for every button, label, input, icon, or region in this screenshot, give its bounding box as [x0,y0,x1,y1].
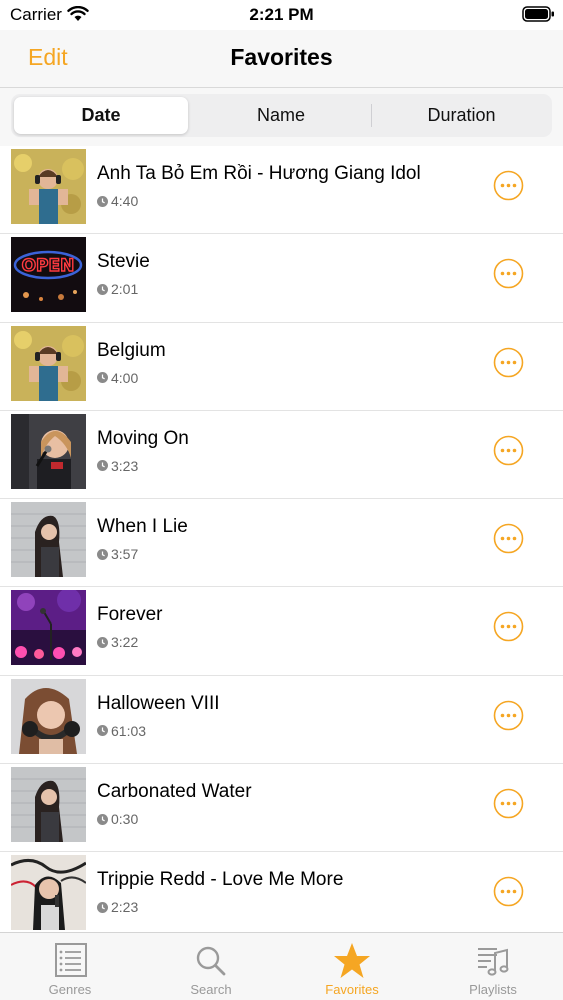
track-duration: 3:57 [97,546,138,562]
track-row[interactable]: Belgium 4:00 [0,323,563,411]
duration-text: 61:03 [111,722,147,739]
track-row[interactable]: When I Lie 3:57 [0,499,563,588]
album-art-thumbnail [11,325,86,401]
album-art-thumbnail [11,149,86,224]
music-list-icon [478,948,509,976]
duration-text: 2:01 [111,281,139,298]
duration-text: 3:22 [111,634,139,651]
more-options-icon[interactable] [493,700,524,731]
track-duration: 2:01 [97,281,138,297]
track-title: Stevie [97,251,150,273]
tab-search[interactable]: Search [141,933,281,1000]
tab-label: Favorites [325,982,379,997]
more-options-icon[interactable] [493,788,524,819]
segment-date[interactable]: Date [14,97,188,134]
album-art-thumbnail: OPEN [11,237,86,313]
track-duration: 2:23 [97,899,138,915]
track-duration: 3:23 [97,458,138,474]
more-options-icon[interactable] [493,523,524,554]
track-title: Halloween VIII [97,692,220,714]
track-title: Moving On [97,427,189,449]
duration-text: 3:23 [111,457,139,474]
track-title: When I Lie [97,516,188,538]
more-options-icon[interactable] [493,611,524,642]
track-row[interactable]: OPEN Stevie 2:01 [0,234,563,323]
clock-icon [97,548,108,560]
clock-icon [97,283,108,295]
more-options-icon[interactable] [493,347,524,378]
clock-icon [97,460,108,472]
tab-label: Genres [48,982,92,997]
navigation-bar: Edit Favorites [0,30,563,88]
track-row[interactable]: Halloween VIII 61:03 [0,676,563,765]
clock-icon [97,725,108,737]
track-title: Trippie Redd - Love Me More [97,869,344,891]
duration-text: 0:30 [111,811,139,828]
track-duration: 3:22 [97,634,138,650]
sort-control-area: Date Name Duration [0,88,563,146]
album-art-thumbnail [11,413,86,489]
album-art-thumbnail [11,855,86,931]
track-title: Anh Ta Bỏ Em Rồi - Hương Giang Idol [97,163,421,184]
duration-text: 4:00 [111,369,139,386]
track-row[interactable]: Forever 3:22 [0,587,563,676]
status-time: 2:21 PM [249,5,314,24]
clock-icon [97,636,108,648]
tab-genres[interactable]: Genres [0,933,140,1000]
track-row[interactable]: Moving On 3:23 [0,411,563,500]
tab-favorites[interactable]: Favorites [282,933,422,1000]
svg-text:OPEN: OPEN [22,256,75,276]
track-duration: 4:00 [97,370,138,386]
clock-icon [97,372,108,384]
list-icon [55,943,87,977]
album-art-thumbnail [11,502,86,578]
battery-icon [522,6,554,22]
track-title: Carbonated Water [97,781,252,803]
segment-duration[interactable]: Duration [371,94,552,137]
page-title: Favorites [230,44,333,70]
status-bar: Carrier 2:21 PM [0,0,563,30]
track-duration: 4:40 [97,193,138,209]
track-title: Forever [97,604,163,626]
more-options-icon[interactable] [493,876,524,907]
more-options-icon[interactable] [493,435,524,466]
track-duration: 0:30 [97,811,138,827]
tab-bar: Genres Search Favorites Playlists [0,932,563,1000]
duration-text: 2:23 [111,899,139,916]
track-row[interactable]: Trippie Redd - Love Me More 2:23 [0,852,563,941]
favorites-list: Anh Ta Bỏ Em Rồi - Hương Giang Idol 4:40 O… [0,146,563,941]
album-art-thumbnail [11,678,86,754]
album-art-thumbnail [11,767,86,843]
track-row[interactable]: Carbonated Water 0:30 [0,764,563,853]
track-duration: 61:03 [97,723,146,739]
track-row[interactable]: Anh Ta Bỏ Em Rồi - Hương Giang Idol 4:40 [0,146,563,235]
sort-segmented-control: Date Name Duration [11,94,552,137]
more-options-icon[interactable] [493,170,524,201]
magnifier-icon [196,946,226,976]
duration-text: 4:40 [111,193,139,209]
duration-text: 3:57 [111,546,139,563]
clock-icon [97,901,108,913]
clock-icon [97,813,108,825]
tab-label: Playlists [469,982,517,997]
tab-playlists[interactable]: Playlists [423,933,563,1000]
track-title: Belgium [97,339,166,361]
album-art-thumbnail [11,590,86,666]
clock-icon [97,195,108,207]
segment-name[interactable]: Name [191,94,371,137]
star-icon [334,943,370,978]
more-options-icon[interactable] [493,258,524,289]
tab-label: Search [190,982,232,997]
